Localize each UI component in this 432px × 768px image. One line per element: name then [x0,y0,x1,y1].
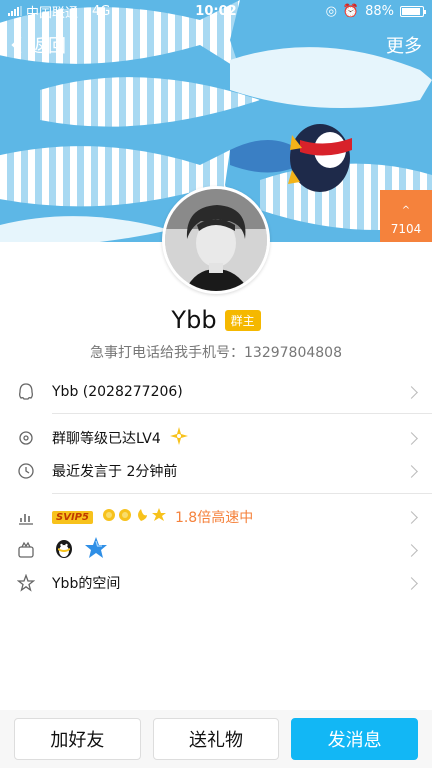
profile-name: Ybb [171,306,217,334]
blue-star-icon [84,536,108,564]
avatar-photo [165,189,267,291]
space-row[interactable]: Ybb的空间 [0,563,432,603]
chevron-right-icon [405,385,418,399]
send-message-button[interactable]: 发消息 [291,718,419,760]
chevron-left-icon [11,36,29,54]
popularity-count: 7104 [390,222,422,236]
add-friend-button[interactable]: 加好友 [14,718,141,760]
more-button[interactable]: 更多 [386,32,422,58]
avatar[interactable] [162,186,270,294]
status-bar: 中国联通 4G 10:02 ◎ ⏰ 88% [0,0,432,22]
owner-tag: 群主 [224,309,261,331]
star-outline-icon [16,573,36,593]
chevron-right-icon [405,543,418,557]
back-label: 返回 [30,36,66,57]
group-level-text: 群聊等级已达LV4 [52,431,161,447]
level-badges-icon [101,507,167,527]
space-text: Ybb的空间 [52,576,121,592]
nav-bar: 返回 更多 [0,30,432,60]
chevron-right-icon [405,576,418,590]
send-gift-button[interactable]: 送礼物 [152,718,280,760]
qq-penguin-icon [52,536,76,564]
qq-account-row[interactable]: Ybb (2028277206) [0,372,432,412]
divider [52,493,432,494]
speed-text: 1.8倍高速中 [174,510,254,526]
popularity-badge[interactable]: ^ 7104 [380,190,432,242]
chevron-right-icon [405,464,418,478]
penguin-outline-icon [16,382,36,402]
name-row: Ybb 群主 [0,306,432,334]
profile-signature: 急事打电话给我手机号：13297804808 [90,345,342,361]
qq-account-text: Ybb (2028277206) [52,384,183,400]
back-button[interactable]: 返回 [10,32,66,58]
bottom-action-bar: 加好友 送礼物 发消息 [0,710,432,768]
caret-up-icon: ^ [401,205,411,216]
divider [52,413,432,414]
battery-icon [400,5,426,17]
gear-star-icon [16,428,36,448]
svip-tag: SVIP5 [52,510,93,524]
level-star-icon [169,426,189,450]
growth-chart-icon [16,507,36,527]
clock-icon [16,461,36,481]
clock: 10:02 [195,3,237,19]
recent-activity-text: 最近发言于 2分钟前 [52,464,178,480]
chevron-right-icon [405,431,418,445]
recent-activity-row[interactable]: 最近发言于 2分钟前 [0,451,432,491]
crown-box-icon [16,540,36,560]
chevron-right-icon [405,510,418,524]
